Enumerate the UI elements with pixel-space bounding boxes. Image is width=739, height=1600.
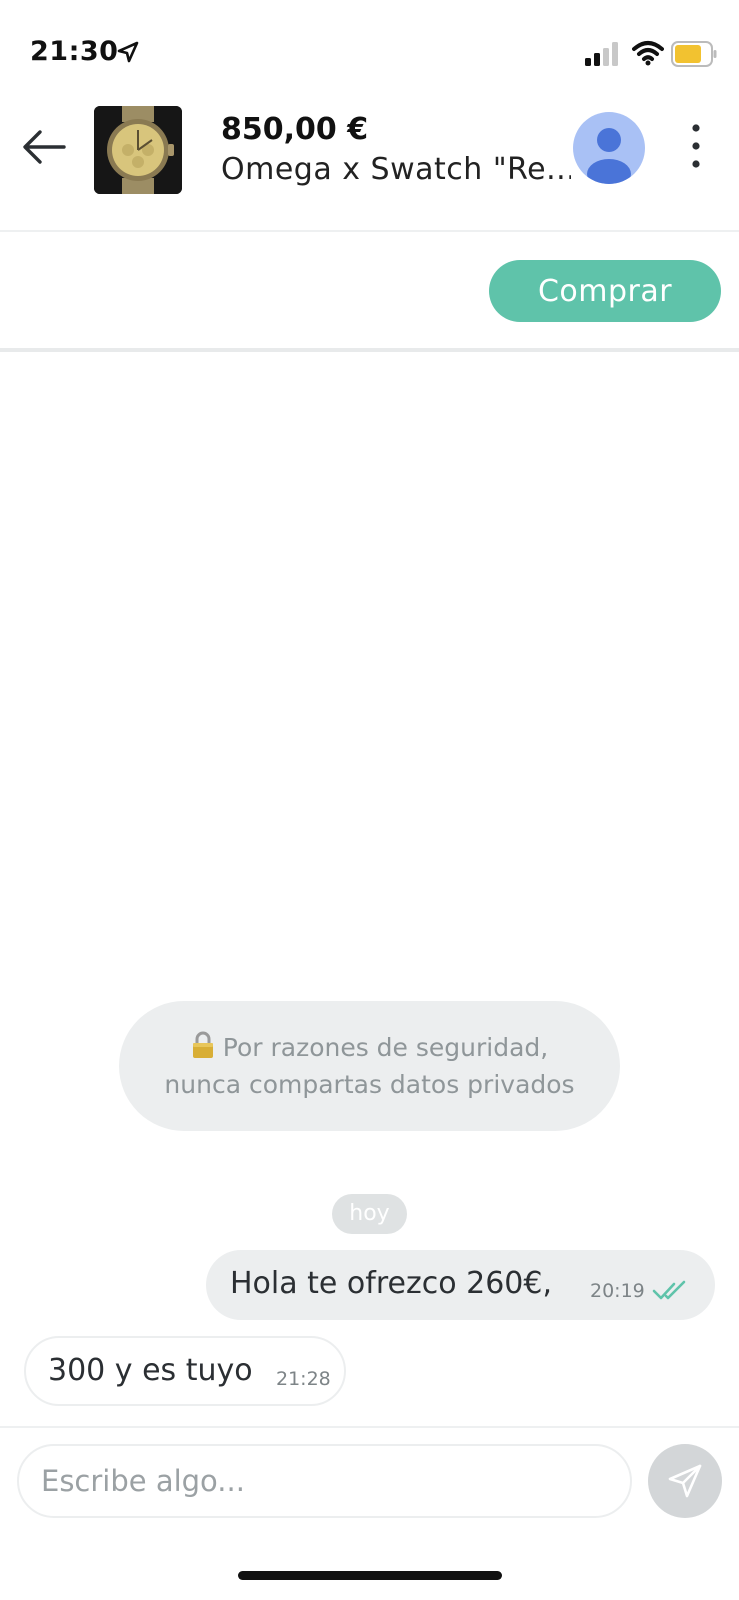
battery-icon	[671, 41, 717, 67]
message-time: 20:19	[590, 1280, 645, 1302]
send-button[interactable]	[648, 1444, 722, 1518]
message-input[interactable]	[17, 1444, 632, 1518]
security-notice: Por razones de seguridad, nunca comparta…	[119, 1001, 620, 1131]
security-notice-content: Por razones de seguridad, nunca comparta…	[159, 1029, 580, 1103]
product-thumbnail[interactable]	[94, 106, 182, 194]
lock-icon	[192, 1031, 213, 1058]
send-icon	[668, 1464, 702, 1498]
product-title[interactable]: Omega x Swatch "Re...	[221, 152, 571, 187]
buy-button[interactable]: Comprar	[489, 260, 721, 322]
message-text: 300 y es tuyo	[48, 1353, 253, 1388]
chat-header: 850,00 € Omega x Swatch "Re...	[0, 100, 739, 232]
message-outgoing[interactable]: Hola te ofrezco 260€, 20:19	[206, 1250, 715, 1320]
message-time: 21:28	[276, 1368, 331, 1390]
seller-avatar[interactable]	[573, 112, 645, 184]
status-time: 21:30	[30, 36, 119, 67]
cellular-signal-icon	[585, 42, 618, 66]
message-incoming[interactable]: 300 y es tuyo 21:28	[24, 1336, 346, 1406]
back-arrow-icon[interactable]	[20, 127, 68, 167]
location-arrow-icon	[117, 41, 139, 63]
buy-bar: Comprar	[0, 234, 739, 352]
day-separator: hoy	[332, 1194, 407, 1234]
chat-area[interactable]: Por razones de seguridad, nunca comparta…	[0, 356, 739, 1426]
more-vertical-icon[interactable]	[680, 122, 712, 174]
wifi-icon	[632, 41, 664, 66]
status-bar: 21:30	[0, 0, 739, 100]
message-text: Hola te ofrezco 260€,	[230, 1266, 552, 1301]
watch-image-icon	[94, 106, 182, 194]
security-notice-text: Por razones de seguridad, nunca comparta…	[164, 1033, 575, 1099]
product-price: 850,00 €	[221, 112, 369, 147]
home-indicator[interactable]	[238, 1571, 502, 1580]
double-check-icon	[652, 1280, 686, 1300]
